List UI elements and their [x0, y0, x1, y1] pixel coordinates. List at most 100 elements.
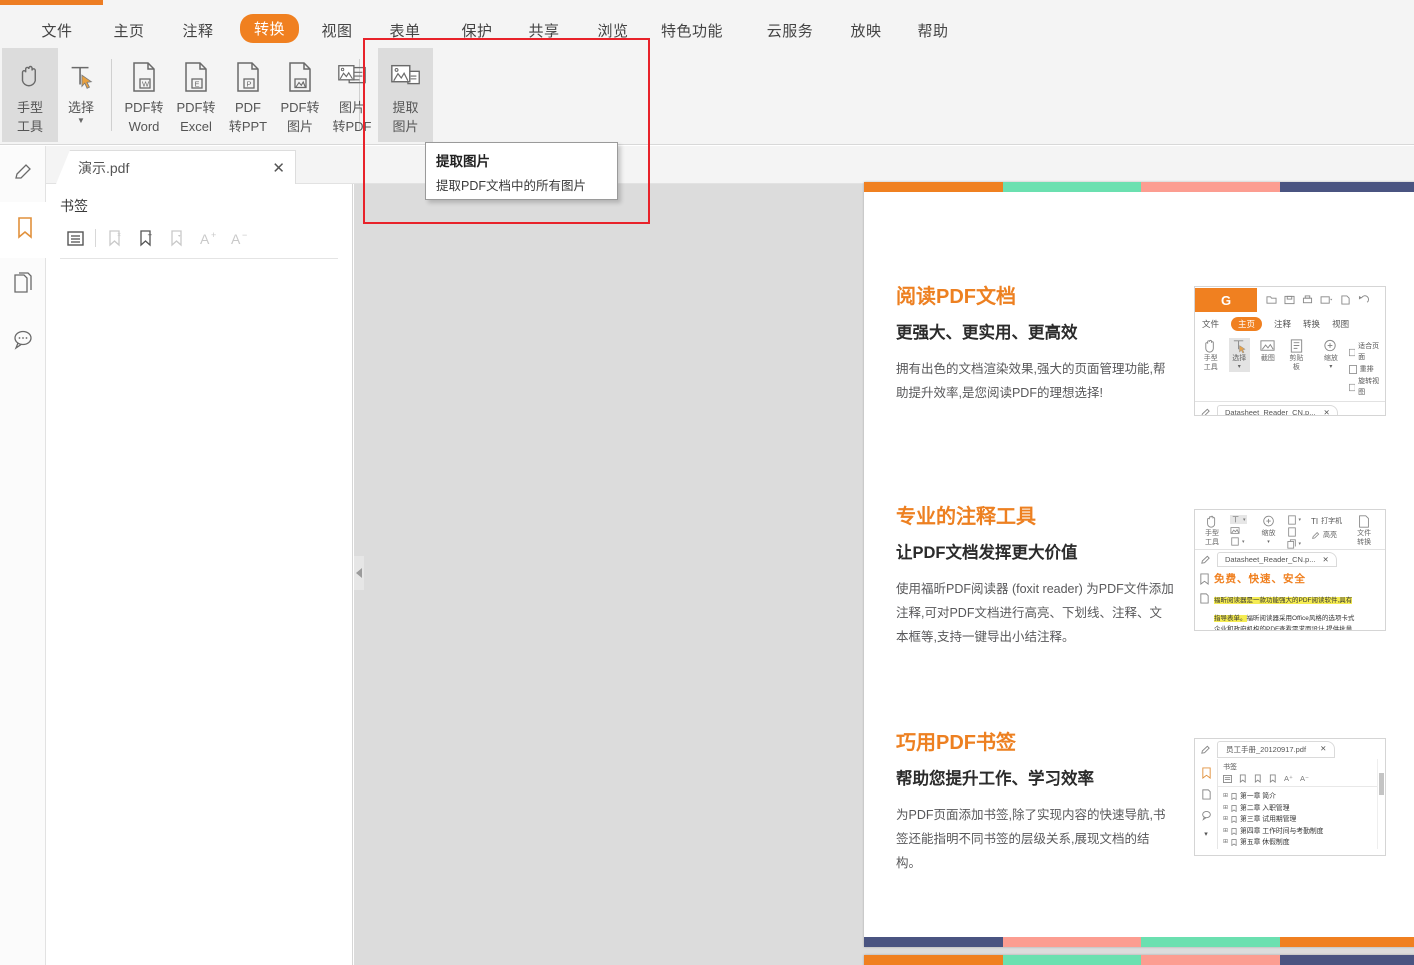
app-logo-icon: G — [1195, 288, 1257, 312]
ribbon-button-label-2: 工具 — [16, 119, 43, 134]
pdf-to-image-icon — [285, 57, 315, 97]
increase-font-icon[interactable]: A + — [193, 225, 224, 251]
color-bar-0 — [864, 955, 1003, 965]
document-tab[interactable]: 演示.pdf ✕ — [56, 150, 296, 184]
thumb3-file-name: 员工手册_20120917.pdf — [1226, 744, 1307, 754]
menu-item-12[interactable]: 帮助 — [913, 17, 953, 44]
thumb1-tool: 手型 工具 — [1200, 338, 1222, 372]
menu-item-0[interactable]: 文件 — [37, 17, 77, 44]
thumb3-bookmark-row: ⊞ 第四章 工作时间与考勤制度 — [1223, 826, 1377, 838]
thumb2-doc-line-1: 福昕阅读器是一款功能强大的PDF阅读软件,具有 — [1214, 597, 1353, 604]
ribbon-button-label-2: 图片 — [392, 119, 419, 134]
ribbon-button-image-to-pdf[interactable]: 图片 转PDF — [326, 48, 378, 142]
page2-top-color-bars — [864, 955, 1414, 965]
bookmark-icon — [1231, 804, 1237, 812]
thumb1-side-commands: 适合页面 重排 旋转视图 — [1348, 338, 1381, 398]
panel-collapse-handle[interactable] — [354, 556, 364, 590]
page1-bottom-color-bars — [864, 937, 1414, 947]
color-bar-1 — [1002, 955, 1141, 965]
ribbon-button-pdf-to-excel[interactable]: E PDF转 Excel — [170, 48, 222, 142]
bookmark-options-icon — [1269, 774, 1276, 783]
menu-item-2[interactable]: 注释 — [178, 17, 218, 44]
tool-label-1: 选择 — [1232, 355, 1247, 362]
screenshot-thumbnail-2: 手型 工具 ▾ ▾ 缩放 ▾ ▾ ▾ TI 打字机 高亮 文件 转换 Datas… — [1194, 509, 1386, 631]
bookmark-panel: 书签 × + A + A − — [46, 184, 353, 965]
menu-item-11[interactable]: 放映 — [846, 17, 886, 44]
thumb3-bookmark-toolbar: A⁺ A⁻ — [1218, 774, 1377, 787]
ribbon-button-pdf-to-image[interactable]: PDF转 图片 — [274, 48, 326, 142]
color-bar-0 — [864, 937, 1003, 947]
tool-label-1: 剪贴 — [1289, 355, 1304, 362]
fit-page-icon — [1287, 515, 1296, 525]
expand-list-icon[interactable] — [60, 225, 91, 251]
thumb3-bookmark-row: ⊞ 第三章 试用期管理 — [1223, 814, 1377, 826]
svg-text:+: + — [211, 230, 216, 240]
thumb3-bookmark-label: 第四章 工作时间与考勤制度 — [1240, 827, 1324, 835]
thumb1-menu-row: 文件 主页 注释 转换 视图 — [1195, 313, 1385, 335]
comments-icon — [1201, 810, 1211, 821]
pdf-to-ppt-icon: P — [233, 57, 263, 97]
save-icon — [1284, 295, 1295, 305]
thumb1-side-label: 适合页面 — [1358, 343, 1380, 361]
screenshot-thumbnail-3: 员工手册_20120917.pdf ✕ ▾ 书签 A⁺ A⁻ ⊞ 第一章 简介 … — [1194, 738, 1386, 856]
menu-item-10[interactable]: 云服务 — [764, 17, 816, 44]
thumb3-bookmark-row: ⊞ 第五章 休假制度 — [1223, 837, 1377, 849]
ribbon-button-pdf-to-ppt[interactable]: P PDF 转PPT — [222, 48, 274, 142]
rail-item-bookmark[interactable] — [0, 202, 46, 258]
section-body: 拥有出色的文档渲染效果,强大的页面管理功能,帮助提升效率,是您阅读PDF的理想选… — [896, 362, 1166, 400]
thumb3-file-tab-row: 员工手册_20120917.pdf ✕ — [1195, 739, 1385, 759]
menu-item-5[interactable]: 表单 — [385, 17, 425, 44]
ribbon-button-pdf-to-word[interactable]: W PDF转 Word — [118, 48, 170, 142]
thumb1-menu-item-3: 转换 — [1303, 319, 1321, 329]
toolbar-divider — [95, 229, 96, 247]
ribbon-button-label-1: 选择 — [67, 100, 94, 115]
thumb1-side-item-1: 重排 — [1348, 364, 1381, 375]
menu-item-1[interactable]: 主页 — [109, 17, 149, 44]
ribbon-button-extract-image[interactable]: 提取 图片 — [378, 48, 433, 142]
decrease-font-icon[interactable]: A − — [224, 225, 255, 251]
color-bar-1 — [1002, 937, 1141, 947]
menu-item-6[interactable]: 保护 — [457, 17, 497, 44]
menu-item-9[interactable]: 特色功能 — [661, 17, 723, 44]
hand-tool-icon — [1207, 515, 1216, 528]
bookmark-icon — [1231, 793, 1237, 801]
pages-icon — [1200, 593, 1209, 604]
ribbon-button-hand-tool[interactable]: 手型 工具 — [2, 48, 58, 142]
add-bookmark-icon — [1254, 774, 1261, 783]
bookmark-panel-toolbar: × + A + A − — [46, 216, 352, 252]
svg-text:A: A — [200, 231, 210, 247]
document-tab-strip: 演示.pdf ✕ — [46, 146, 1414, 184]
thumb2-tool: 缩放 ▾ — [1257, 514, 1281, 547]
thumb3-body: ▾ 书签 A⁺ A⁻ ⊞ 第一章 简介 ⊞ 第二章 入职管理 ⊞ 第三章 试用期… — [1195, 759, 1385, 849]
delete-bookmark-icon[interactable]: × — [100, 225, 131, 251]
thumb3-file-tab: 员工手册_20120917.pdf ✕ — [1217, 740, 1336, 758]
close-icon[interactable]: ✕ — [272, 159, 285, 177]
chevron-down-icon[interactable]: ▼ — [77, 117, 85, 125]
thumb3-panel-title: 书签 — [1223, 764, 1237, 771]
ribbon-button-select-text[interactable]: 选择 ▼ — [56, 48, 106, 142]
tool-label-2: 工具 — [1203, 364, 1218, 371]
tooltip-title: 提取图片 — [436, 154, 490, 169]
thumb2-tool: 文件 转换 — [1352, 514, 1376, 547]
menu-item-8[interactable]: 浏览 — [593, 17, 633, 44]
rail-item-comments[interactable] — [0, 314, 46, 370]
print-icon — [1302, 295, 1313, 304]
document-viewer[interactable]: 阅读PDF文档 更强大、更实用、更高效 拥有出色的文档渲染效果,强大的页面管理功… — [354, 182, 1414, 965]
thumb2-doc-title: 免费、快速、安全 — [1214, 573, 1306, 585]
menu-item-4[interactable]: 视图 — [317, 17, 357, 44]
thumb3-bookmark-row: ⊞ 第二章 入职管理 — [1223, 803, 1377, 815]
tool-label-2: 工具 — [1205, 539, 1219, 546]
close-icon: ✕ — [1322, 555, 1329, 564]
tool-label-2: 转换 — [1357, 539, 1372, 546]
add-bookmark-icon[interactable]: + — [131, 225, 162, 251]
rail-item-annotation-pen[interactable] — [0, 146, 46, 202]
expand-icon: ⊞ — [1223, 827, 1229, 834]
email-icon — [1320, 296, 1333, 304]
bookmark-options-icon[interactable] — [162, 225, 193, 251]
ribbon-button-label-1: PDF转 — [124, 100, 164, 115]
menu-item-3[interactable]: 转换 — [240, 14, 300, 43]
rail-item-pages[interactable] — [0, 258, 46, 314]
menu-item-7[interactable]: 共享 — [524, 17, 564, 44]
color-bar-1 — [1002, 182, 1141, 192]
color-bar-0 — [864, 182, 1003, 192]
